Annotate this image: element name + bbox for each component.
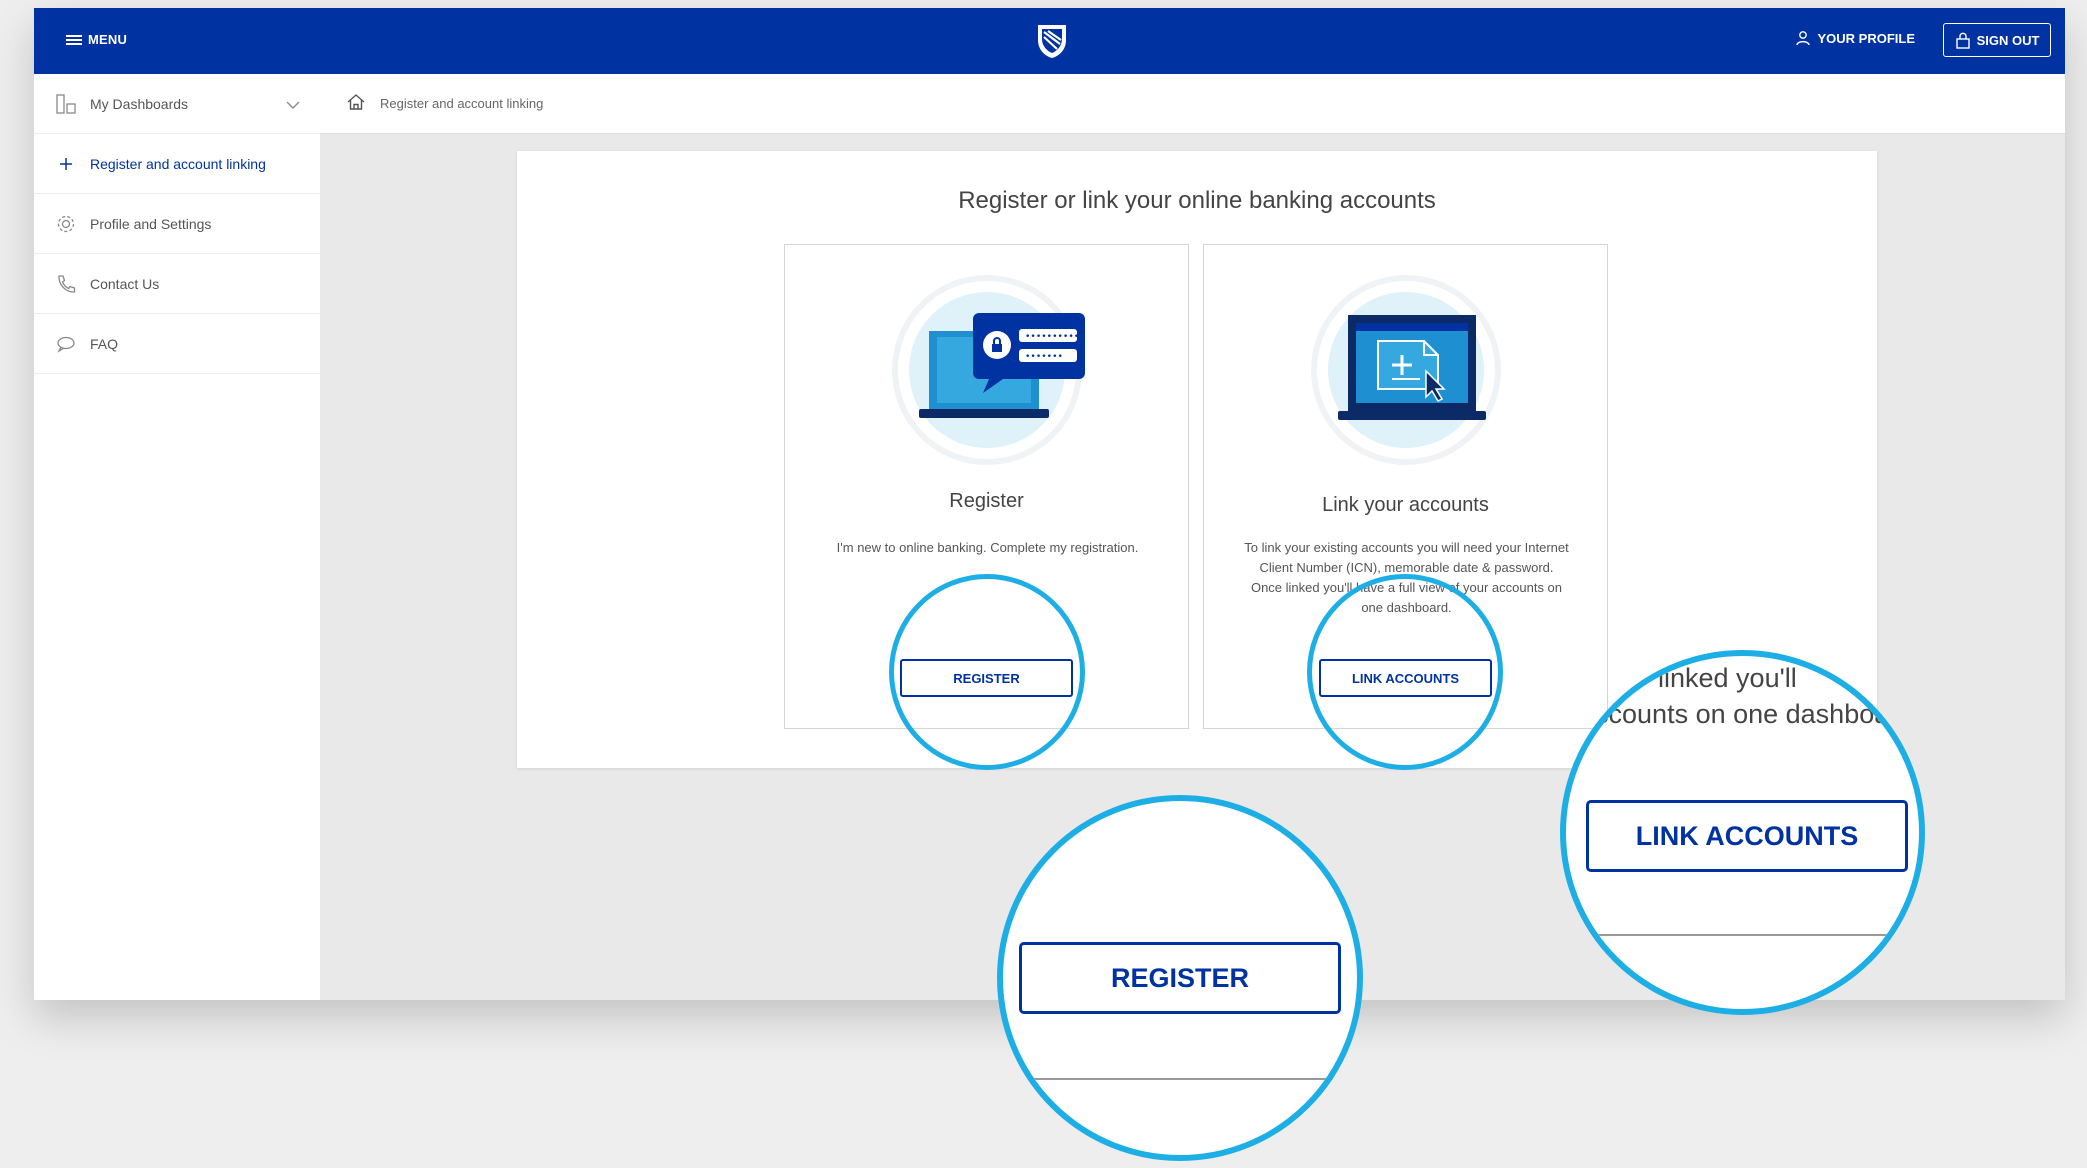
- user-icon: [1796, 31, 1811, 46]
- breadcrumb-current: Register and account linking: [380, 96, 544, 111]
- lock-icon: [1955, 32, 1970, 49]
- sidebar-item-label: Profile and Settings: [90, 215, 212, 232]
- sign-out-label: SIGN OUT: [1976, 32, 2040, 48]
- zoom-text-line-2: accounts on one dashboard: [1580, 699, 1914, 729]
- laptop-add-illustration: [1311, 275, 1501, 465]
- page-title: Register or link your online banking acc…: [958, 187, 1436, 214]
- top-navigation-bar: MENU YOUR PROFILE SIGN OUT: [34, 8, 2065, 74]
- register-zoom-button[interactable]: REGISTER: [1019, 942, 1341, 1014]
- link-accounts-zoom-callout: linked you'll accounts on one dashboard …: [1560, 650, 1925, 1015]
- breadcrumb: Register and account linking: [320, 74, 2065, 134]
- bank-shield-logo[interactable]: [1034, 22, 1070, 60]
- hamburger-icon: [66, 34, 82, 45]
- sidebar-item-label: My Dashboards: [90, 95, 189, 112]
- chat-icon: [54, 332, 78, 356]
- sidebar-item-label: FAQ: [90, 335, 119, 352]
- sidebar-item-label: Contact Us: [90, 275, 160, 292]
- menu-button[interactable]: MENU: [66, 32, 127, 47]
- zoom-divider: [1566, 934, 1919, 936]
- register-zoom-callout: REGISTER: [997, 795, 1363, 1161]
- laptop-login-illustration: •••••••••• •••••••: [892, 275, 1085, 465]
- sidebar-item-my-dashboards[interactable]: My Dashboards: [34, 74, 320, 134]
- phone-icon: [54, 272, 78, 296]
- sidebar-item-contact-us[interactable]: Contact Us: [34, 254, 320, 314]
- register-card-description: I'm new to online banking. Complete my r…: [836, 540, 1139, 555]
- svg-text:•••••••: •••••••: [1025, 352, 1063, 362]
- register-card-title: Register: [949, 490, 1024, 512]
- sidebar-item-profile-settings[interactable]: Profile and Settings: [34, 194, 320, 254]
- sidebar-item-label: Register and account linking: [90, 155, 266, 172]
- svg-text:••••••••••: ••••••••••: [1025, 332, 1079, 342]
- register-highlight-ring: [889, 574, 1085, 770]
- sidebar: My Dashboards Register and account linki…: [34, 74, 320, 1000]
- zoom-text-line-1: linked you'll: [1658, 663, 1797, 693]
- zoom-divider: [1003, 1078, 1357, 1080]
- home-icon[interactable]: [346, 92, 366, 115]
- sidebar-item-faq[interactable]: FAQ: [34, 314, 320, 374]
- plus-icon: [54, 152, 78, 176]
- chevron-down-icon[interactable]: [286, 96, 300, 112]
- link-accounts-zoom-button[interactable]: LINK ACCOUNTS: [1586, 800, 1908, 872]
- your-profile-label: YOUR PROFILE: [1817, 30, 1915, 46]
- sign-out-button[interactable]: SIGN OUT: [1943, 23, 2051, 57]
- sidebar-item-register-linking[interactable]: Register and account linking: [34, 134, 320, 194]
- link-card-title: Link your accounts: [1322, 494, 1489, 516]
- gear-icon: [54, 212, 78, 236]
- your-profile-button[interactable]: YOUR PROFILE: [1795, 30, 1915, 46]
- link-accounts-highlight-ring: [1307, 574, 1503, 770]
- menu-label: MENU: [88, 32, 128, 47]
- dashboard-icon: [54, 92, 78, 116]
